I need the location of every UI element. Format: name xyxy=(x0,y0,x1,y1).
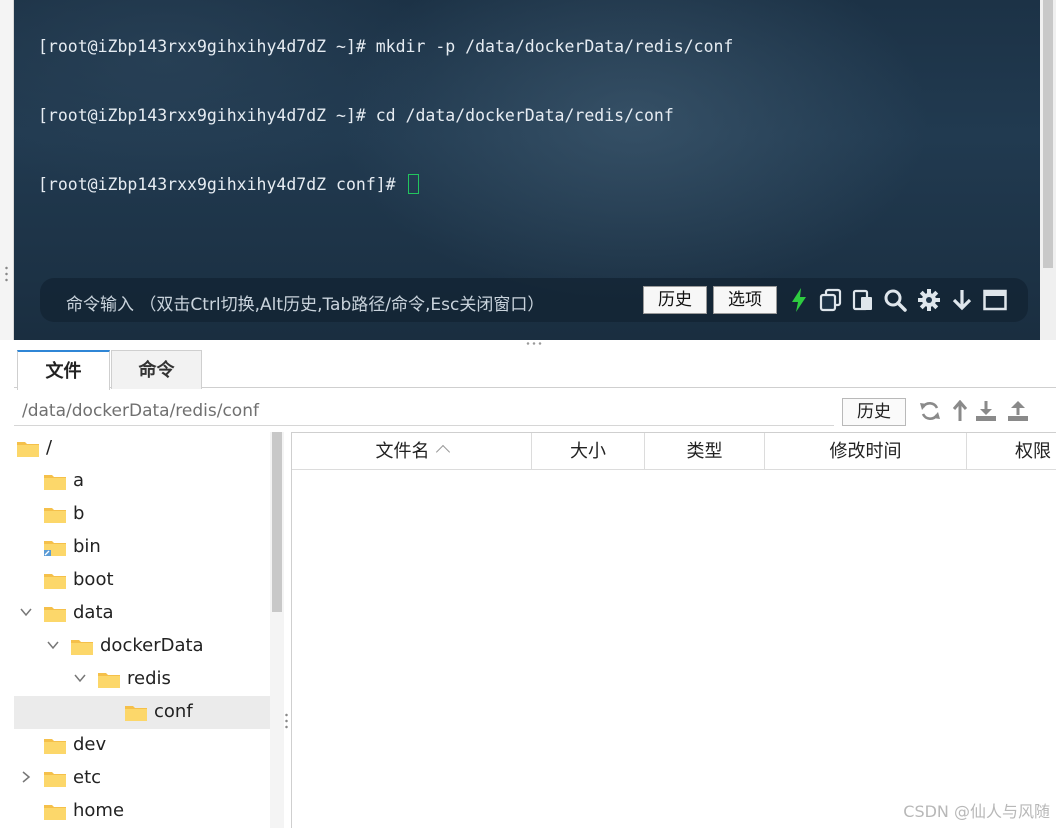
terminal-line: [root@iZbp143rxx9gihxihy4d7dZ ~]# mkdir … xyxy=(38,37,734,56)
search-icon[interactable] xyxy=(882,287,908,313)
pane-splitter[interactable] xyxy=(0,340,1056,348)
tree-scrollbar-thumb[interactable] xyxy=(272,432,282,612)
sort-ascending-icon xyxy=(435,444,450,460)
column-header-permissions[interactable]: 权限 xyxy=(967,433,1056,470)
folder-icon xyxy=(43,506,67,523)
column-header-filename[interactable]: 文件名 xyxy=(292,433,532,470)
tree-item-label: a xyxy=(73,470,85,491)
folder-icon xyxy=(43,572,67,589)
tree-item-dockerData[interactable]: dockerData xyxy=(14,630,270,663)
folder-icon xyxy=(97,671,121,688)
file-list-pane[interactable]: 文件名 大小 类型 修改时间 权限 xyxy=(291,432,1056,828)
terminal-scrollbar-thumb[interactable] xyxy=(1043,0,1053,268)
lightning-icon[interactable] xyxy=(786,287,812,313)
tree-item-boot[interactable]: boot xyxy=(14,564,270,597)
terminal-panel[interactable]: [root@iZbp143rxx9gihxihy4d7dZ ~]# mkdir … xyxy=(14,0,1056,340)
directory-tree[interactable]: / a b bin boot data dockerData redis conf dev etc h… xyxy=(14,432,270,828)
download-arrow-icon[interactable] xyxy=(949,287,975,313)
folder-icon xyxy=(43,605,67,622)
tree-item-label: etc xyxy=(73,767,102,788)
chevron-down-icon[interactable] xyxy=(46,638,60,652)
tree-item-label: dockerData xyxy=(100,635,204,656)
tree-item-label: boot xyxy=(73,569,114,590)
tab-files[interactable]: 文件 xyxy=(17,350,110,390)
column-header-type[interactable]: 类型 xyxy=(645,433,765,470)
tree-item-label: redis xyxy=(127,668,171,689)
paste-icon[interactable] xyxy=(850,287,876,313)
tree-item-label: b xyxy=(73,503,85,524)
tree-item-bin[interactable]: bin xyxy=(14,531,270,564)
terminal-prompt: [root@iZbp143rxx9gihxihy4d7dZ conf]# xyxy=(38,175,406,194)
bottom-tabs: 文件 命令 xyxy=(14,348,1056,390)
up-arrow-icon[interactable] xyxy=(948,399,972,423)
path-input[interactable]: /data/dockerData/redis/conf xyxy=(14,396,834,426)
command-history-button[interactable]: 历史 xyxy=(643,286,707,314)
path-toolbar: /data/dockerData/redis/conf 历史 xyxy=(14,390,1056,430)
terminal-output: [root@iZbp143rxx9gihxihy4d7dZ ~]# mkdir … xyxy=(38,0,733,242)
tab-commands[interactable]: 命令 xyxy=(111,350,202,389)
watermark: CSDN @仙人与风随 xyxy=(903,802,1050,821)
refresh-icon[interactable] xyxy=(918,399,942,423)
upload-icon[interactable] xyxy=(1006,399,1030,423)
tree-item-conf[interactable]: conf xyxy=(14,696,270,729)
command-input-bar[interactable]: 命令输入 （双击Ctrl切换,Alt历史,Tab路径/命令,Esc关闭窗口） 历… xyxy=(40,278,1028,322)
folder-icon xyxy=(43,473,67,490)
command-options-button[interactable]: 选项 xyxy=(713,286,777,314)
terminal-cursor xyxy=(407,174,419,194)
tree-item-redis[interactable]: redis xyxy=(14,663,270,696)
column-header-modified[interactable]: 修改时间 xyxy=(765,433,967,470)
gear-icon[interactable] xyxy=(916,287,942,313)
folder-link-icon xyxy=(43,539,67,556)
window-icon[interactable] xyxy=(982,287,1008,313)
folder-icon xyxy=(43,803,67,820)
tree-item-label: data xyxy=(73,602,114,623)
tree-item-label: conf xyxy=(154,701,193,722)
tree-item-label: home xyxy=(73,800,125,821)
folder-icon xyxy=(70,638,94,655)
tree-item-etc[interactable]: etc xyxy=(14,762,270,795)
tree-item-label: / xyxy=(46,437,53,458)
terminal-prompt-line: [root@iZbp143rxx9gihxihy4d7dZ conf]# xyxy=(38,173,733,196)
command-input-placeholder[interactable]: 命令输入 （双击Ctrl切换,Alt历史,Tab路径/命令,Esc关闭窗口） xyxy=(66,290,544,315)
folder-icon xyxy=(124,704,148,721)
path-history-button[interactable]: 历史 xyxy=(842,398,906,426)
tree-item-dev[interactable]: dev xyxy=(14,729,270,762)
copy-icon[interactable] xyxy=(818,287,844,313)
tree-scrollbar[interactable] xyxy=(270,432,284,828)
tree-resize-grip[interactable] xyxy=(285,712,288,730)
terminal-scrollbar[interactable] xyxy=(1040,0,1056,340)
chevron-down-icon[interactable] xyxy=(73,671,87,685)
tree-item-b[interactable]: b xyxy=(14,498,270,531)
chevron-right-icon[interactable] xyxy=(19,770,33,784)
file-table-header: 文件名 大小 类型 修改时间 权限 xyxy=(292,433,1056,470)
folder-icon xyxy=(43,737,67,754)
tree-item-label: dev xyxy=(73,734,107,755)
download-icon[interactable] xyxy=(974,399,998,423)
splitter-grip[interactable] xyxy=(525,342,543,345)
left-gutter xyxy=(0,0,14,340)
tree-item-home[interactable]: home xyxy=(14,795,270,828)
folder-icon xyxy=(16,440,40,457)
tree-item-data[interactable]: data xyxy=(14,597,270,630)
terminal-line: [root@iZbp143rxx9gihxihy4d7dZ ~]# cd /da… xyxy=(38,106,674,125)
tree-item-label: bin xyxy=(73,536,101,557)
column-label: 文件名 xyxy=(375,441,430,462)
folder-icon xyxy=(43,770,67,787)
tree-item-root[interactable]: / xyxy=(14,432,270,465)
chevron-down-icon[interactable] xyxy=(19,605,33,619)
column-header-size[interactable]: 大小 xyxy=(532,433,645,470)
tree-item-a[interactable]: a xyxy=(14,465,270,498)
resize-grip[interactable] xyxy=(5,265,8,283)
